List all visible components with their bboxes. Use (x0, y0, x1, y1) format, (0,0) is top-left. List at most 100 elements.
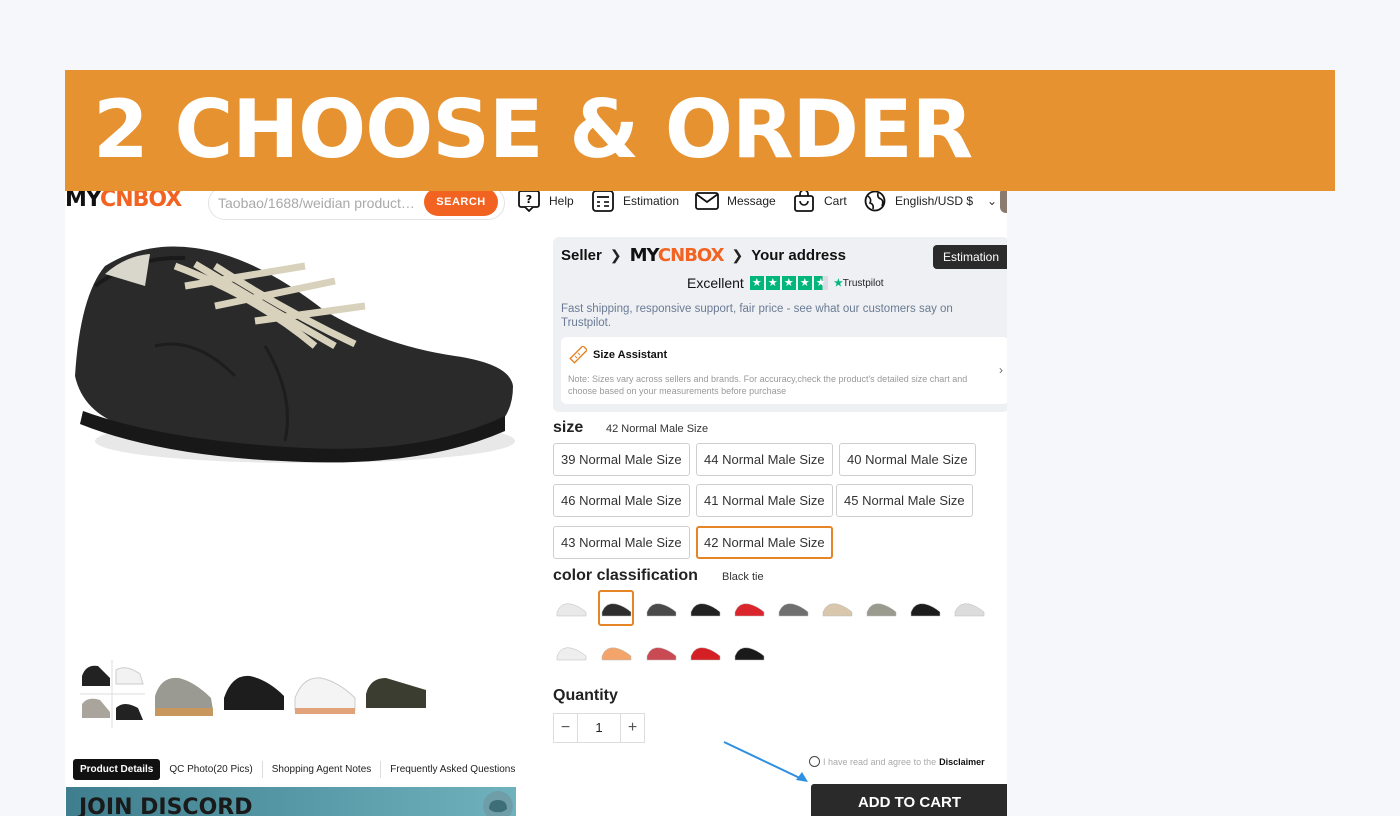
chevron-right-icon: ❯ (731, 247, 744, 263)
thumb-black-sneaker[interactable] (222, 660, 287, 728)
color-swatch[interactable] (687, 590, 723, 626)
tab-product-details[interactable]: Product Details (73, 759, 161, 780)
increment-button[interactable]: + (621, 714, 644, 742)
chevron-right-icon: ❯ (609, 247, 622, 263)
discord-banner[interactable]: JOIN DISCORD (66, 787, 516, 816)
chevron-right-icon: › (999, 363, 1003, 377)
thumb-white-sneaker[interactable] (293, 660, 358, 728)
thumb-collage[interactable] (80, 660, 145, 728)
size-assistant-note: Note: Sizes vary across sellers and bran… (568, 374, 968, 396)
nav-message[interactable]: Message (695, 190, 776, 212)
size-label: size (553, 419, 584, 436)
color-swatch[interactable] (553, 634, 589, 670)
quantity-input[interactable]: 1 (577, 714, 621, 742)
size-option[interactable]: 40 Normal Male Size (839, 443, 976, 476)
nav-language-label: English/USD $ (895, 194, 974, 208)
nav-message-label: Message (727, 194, 776, 208)
nav-help[interactable]: ? Help (517, 190, 574, 212)
star-icon: ★ (797, 276, 812, 290)
tab-agent-notes[interactable]: Shopping Agent Notes (261, 761, 371, 778)
seller-description: Fast shipping, responsive support, fair … (561, 303, 953, 329)
seller-info-box: Seller ❯ MYCNBOX ❯ Your address Estimati… (553, 237, 1007, 412)
seller-label: Seller (561, 247, 602, 264)
color-swatch[interactable] (863, 590, 899, 626)
disclaimer-link[interactable]: Disclaimer (939, 757, 985, 767)
step-banner: 2 CHOOSE & ORDER (65, 70, 1335, 191)
quantity-label: Quantity (553, 687, 618, 704)
rating-stars: ★ ★ ★ ★ ★ (749, 276, 828, 290)
ruler-icon (569, 346, 587, 364)
nav-help-label: Help (549, 194, 574, 208)
color-swatch[interactable] (775, 590, 811, 626)
color-swatches (553, 590, 1003, 680)
star-icon: ★ (813, 276, 828, 290)
estimation-button[interactable]: Estimation (932, 245, 1007, 269)
size-option[interactable]: 39 Normal Male Size (553, 443, 690, 476)
color-swatch[interactable] (643, 590, 679, 626)
nav-estimation[interactable]: Estimation (591, 190, 679, 212)
mycnbox-logo: MYCNBOX (629, 245, 725, 266)
rating-word: Excellent (687, 275, 744, 291)
help-icon: ? (518, 190, 540, 212)
selected-color: Black tie (722, 571, 764, 583)
color-swatch[interactable] (731, 634, 767, 670)
product-tabs: Product Details QC Photo(20 Pics) Shoppi… (73, 759, 515, 780)
mycnbox-product-page: MYCNBOX Taobao/1688/weidian product link… (65, 186, 1007, 816)
color-swatch[interactable] (553, 590, 589, 626)
nav-cart-label: Cart (824, 194, 847, 208)
nav-estimation-label: Estimation (623, 194, 680, 208)
mail-icon (695, 192, 719, 210)
decrement-button[interactable]: − (554, 714, 577, 742)
address-label[interactable]: Your address (751, 247, 846, 264)
size-option-selected[interactable]: 42 Normal Male Size (696, 526, 833, 559)
color-swatch[interactable] (598, 634, 634, 670)
add-to-cart-button[interactable]: ADD TO CART (811, 784, 1007, 816)
shipping-route: Seller ❯ MYCNBOX ❯ Your address (561, 245, 846, 266)
size-assistant-title: Size Assistant (593, 349, 668, 361)
thumb-grey-sneaker[interactable] (151, 660, 216, 728)
agree-text: I have read and agree to the (823, 756, 937, 767)
search-button[interactable]: SEARCH (424, 188, 498, 216)
trustpilot-logo: ★Trustpilot (833, 277, 884, 289)
discord-icon (483, 791, 513, 816)
chevron-down-icon: ⌄ (987, 194, 998, 208)
globe-icon (864, 190, 886, 212)
size-option[interactable]: 45 Normal Male Size (836, 484, 973, 517)
product-main-image (65, 226, 516, 654)
selected-size: 42 Normal Male Size (606, 423, 709, 435)
star-icon: ★ (781, 276, 796, 290)
quantity-stepper: − 1 + (553, 713, 645, 743)
star-icon: ★ (749, 276, 764, 290)
cart-icon (794, 190, 814, 212)
svg-text:?: ? (526, 193, 532, 206)
thumbnail-strip (80, 660, 429, 728)
thumb-dark-sneaker[interactable] (364, 660, 429, 728)
tab-faq[interactable]: Frequently Asked Questions (380, 761, 515, 778)
tab-qc-photo[interactable]: QC Photo(20 Pics) (169, 761, 252, 778)
banner-title: 2 CHOOSE & ORDER (93, 83, 973, 176)
discord-banner-text: JOIN DISCORD (79, 795, 253, 816)
size-option[interactable]: 41 Normal Male Size (696, 484, 833, 517)
color-swatch[interactable] (819, 590, 855, 626)
size-option[interactable]: 43 Normal Male Size (553, 526, 690, 559)
nav-language[interactable]: English/USD $ ⌄ (863, 190, 997, 212)
color-swatch[interactable] (731, 590, 767, 626)
size-assistant-card[interactable]: Size Assistant Note: Sizes vary across s… (561, 337, 1007, 404)
color-label: color classification (553, 567, 698, 584)
color-swatch[interactable] (951, 590, 987, 626)
size-option[interactable]: 44 Normal Male Size (696, 443, 833, 476)
disclaimer-agreement: I have read and agree to the Disclaimer (809, 756, 985, 767)
calculator-icon (592, 190, 614, 212)
star-icon: ★ (765, 276, 780, 290)
color-swatch[interactable] (687, 634, 723, 670)
color-swatch-selected[interactable] (598, 590, 634, 626)
size-option[interactable]: 46 Normal Male Size (553, 484, 690, 517)
pointer-arrow-icon (723, 741, 808, 782)
nav-cart[interactable]: Cart (792, 190, 847, 212)
color-swatch[interactable] (643, 634, 679, 670)
color-swatch[interactable] (907, 590, 943, 626)
search-bar: Taobao/1688/weidian product link... SEAR… (208, 186, 505, 220)
search-input[interactable]: Taobao/1688/weidian product link... (218, 195, 418, 211)
trustpilot-rating[interactable]: Excellent ★ ★ ★ ★ ★ ★Trustpilot (687, 275, 884, 291)
agree-radio[interactable] (809, 756, 820, 767)
